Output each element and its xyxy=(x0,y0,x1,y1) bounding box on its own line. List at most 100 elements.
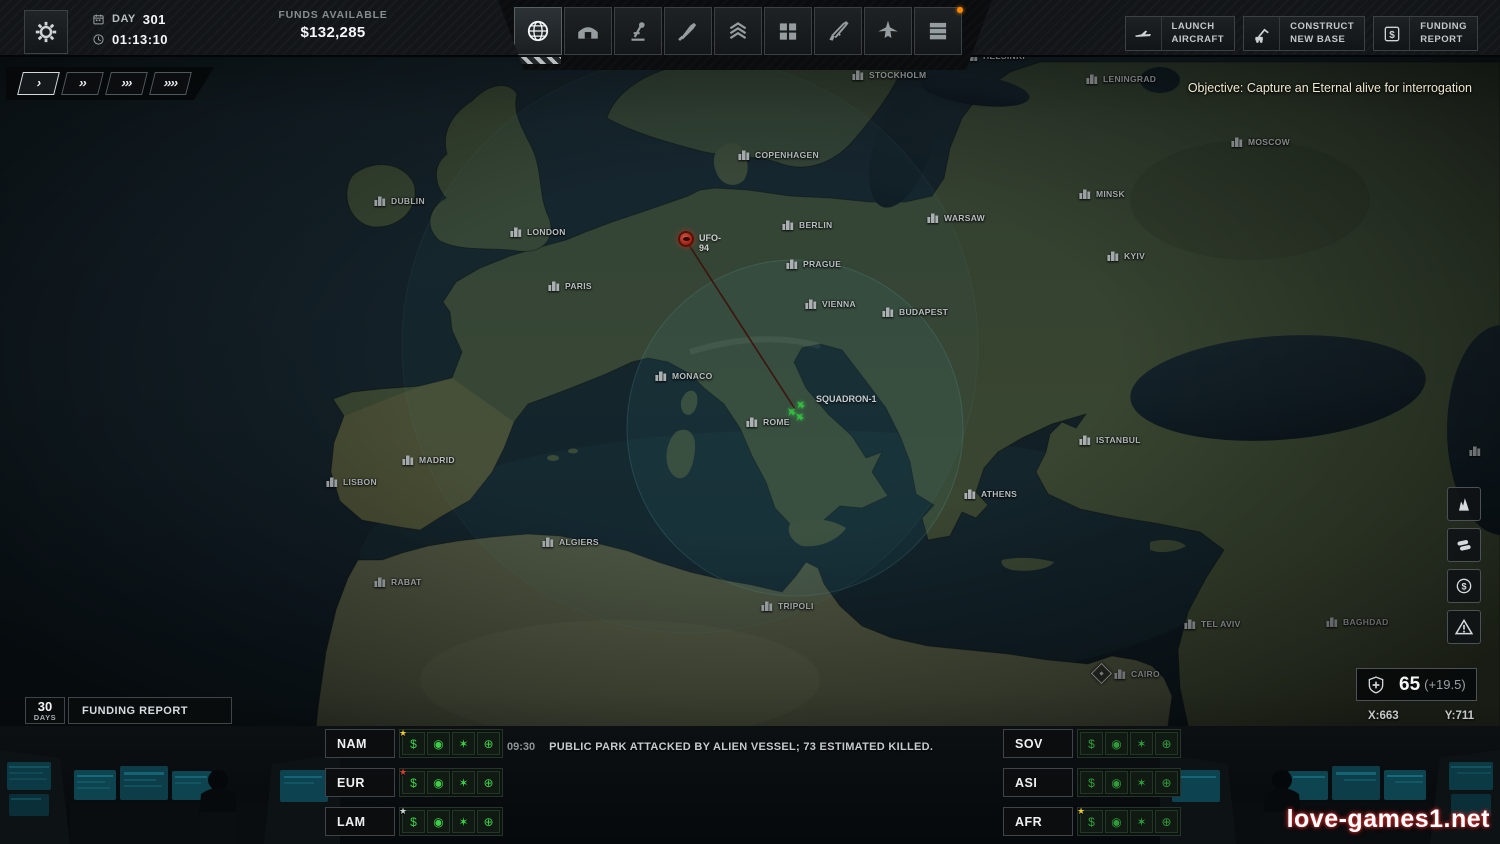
region-code: NAM xyxy=(325,729,395,758)
region-asi-funding-icon: $ xyxy=(1080,771,1103,794)
speed-4-button[interactable]: ›››› xyxy=(149,72,192,95)
speed-3-button[interactable]: ››› xyxy=(105,72,148,95)
region-afr-funding-icon: $ ★ xyxy=(1077,806,1103,833)
ufo-label: UFO-94 xyxy=(699,233,721,253)
coord-x: X:663 xyxy=(1368,710,1399,722)
launch-aircraft-label: LAUNCH AIRCRAFT xyxy=(1171,20,1225,45)
funding-report-label: FUNDING REPORT xyxy=(1420,20,1467,45)
nav-personnel-button[interactable] xyxy=(914,7,962,55)
aircraft-icon xyxy=(875,18,901,44)
region-afr-intel-icon: ◉ xyxy=(1105,810,1128,833)
region-asi-panic-icon: ✶ xyxy=(1130,771,1153,794)
region-eur-relations-icon: ⊕ xyxy=(477,771,500,794)
finance-button[interactable] xyxy=(1447,569,1481,603)
region-afr-relations-icon: ⊕ xyxy=(1155,810,1178,833)
speed-1-button[interactable]: › xyxy=(17,72,60,95)
warnings-button[interactable] xyxy=(1447,610,1481,644)
artifacts-button[interactable] xyxy=(1447,487,1481,521)
funding-report-button[interactable]: FUNDING REPORT xyxy=(1373,16,1478,51)
region-lam-panic-icon: ✶ xyxy=(452,810,475,833)
region-code: ASI xyxy=(1003,768,1073,797)
day-value: 301 xyxy=(142,11,166,27)
days-value: 30 xyxy=(37,698,53,714)
nav-base-button[interactable] xyxy=(564,7,612,55)
region-sov-funding-icon: $ xyxy=(1080,732,1103,755)
region-status-cells: $ ◉ ✶ ⊕ xyxy=(1077,768,1181,797)
funding-report-label: FUNDING REPORT xyxy=(82,704,188,717)
region-row-afr[interactable]: AFR $ ★ ◉ ✶ ⊕ xyxy=(1003,806,1181,836)
nav-armory-button[interactable] xyxy=(814,7,862,55)
time-speed-controls: › ›› ››› ›››› xyxy=(6,67,214,100)
nav-engineering-button[interactable] xyxy=(664,7,712,55)
launch-aircraft-button[interactable]: LAUNCH AIRCRAFT xyxy=(1124,16,1236,51)
region-badge-star: ★ xyxy=(399,728,408,738)
finance-icon xyxy=(1454,576,1474,596)
region-panel-left: NAM $ ★ ◉ ✶ ⊕ EUR $ ★ ◉ ✶ ⊕ LAM $ ★ ◉ ✶ ⊕ xyxy=(325,728,503,844)
region-eur-panic-icon: ✶ xyxy=(452,771,475,794)
clock-icon xyxy=(92,33,105,46)
construct-new-base-button[interactable]: CONSTRUCT NEW BASE xyxy=(1243,16,1366,51)
region-eur-intel-icon: ◉ xyxy=(427,771,450,794)
artifacts-icon xyxy=(1454,494,1474,514)
nav-storage-button[interactable] xyxy=(764,7,812,55)
objective-text: Objective: Capture an Eternal alive for … xyxy=(1187,81,1472,95)
materials-button[interactable] xyxy=(1447,528,1481,562)
region-badge-star: ★ xyxy=(399,767,408,777)
region-status-cells: $ ★ ◉ ✶ ⊕ xyxy=(399,728,503,758)
nav-research-button[interactable] xyxy=(614,7,662,55)
geoscape-icon xyxy=(525,18,551,44)
region-nam-intel-icon: ◉ xyxy=(427,732,450,755)
ticker-text: PUBLIC PARK ATTACKED BY ALIEN VESSEL; 73… xyxy=(549,741,934,753)
nav-soldiers-button[interactable] xyxy=(714,7,762,55)
armory-icon xyxy=(825,18,851,44)
region-badge-star: ★ xyxy=(399,806,408,816)
region-row-eur[interactable]: EUR $ ★ ◉ ✶ ⊕ xyxy=(325,767,503,797)
ufo-marker[interactable]: UFO-94 xyxy=(677,230,721,253)
side-toolbar xyxy=(1447,487,1481,644)
main-nav xyxy=(514,7,962,55)
nav-geoscape-button[interactable] xyxy=(514,7,562,55)
region-badge-star: ★ xyxy=(1077,806,1086,816)
materials-icon xyxy=(1454,535,1474,555)
settings-button[interactable] xyxy=(24,10,68,54)
time-value: 01:13:10 xyxy=(112,31,169,47)
region-row-nam[interactable]: NAM $ ★ ◉ ✶ ⊕ xyxy=(325,728,503,758)
funding-days-countdown: 30 DAYS xyxy=(25,697,65,724)
crane-icon xyxy=(1244,17,1281,50)
region-asi-intel-icon: ◉ xyxy=(1105,771,1128,794)
research-icon xyxy=(625,18,651,44)
squadron-label: SQUADRON-1 xyxy=(816,394,877,404)
ticker-time: 09:30 xyxy=(507,741,536,753)
topbar-actions: LAUNCH AIRCRAFT CONSTRUCT NEW BASE FUNDING RE… xyxy=(1124,16,1478,51)
squadron-marker[interactable]: SQUADRON-1 xyxy=(784,394,877,431)
squadron-jets-icon xyxy=(784,397,808,424)
notification-dot xyxy=(957,7,963,13)
score-badge-icon xyxy=(1366,675,1386,695)
region-code: SOV xyxy=(1003,729,1073,758)
score-panel[interactable]: 65 (+19.5) xyxy=(1356,668,1477,701)
news-ticker: 09:30 PUBLIC PARK ATTACKED BY ALIEN VESS… xyxy=(507,737,933,757)
region-eur-funding-icon: $ ★ xyxy=(399,767,425,794)
geoscape-screen: STOCKHOLMHELSINKILENINGRADMOSCOWMINSKKYI… xyxy=(0,0,1500,844)
region-asi-relations-icon: ⊕ xyxy=(1155,771,1178,794)
nav-tab xyxy=(498,0,992,70)
ufo-glyph xyxy=(682,237,690,241)
funding-report-bar[interactable]: FUNDING REPORT xyxy=(68,697,232,724)
region-sov-panic-icon: ✶ xyxy=(1130,732,1153,755)
nav-aircraft-button[interactable] xyxy=(864,7,912,55)
speed-2-button[interactable]: ›› xyxy=(61,72,104,95)
site-watermark: love-games1.net xyxy=(1286,805,1490,833)
region-nam-funding-icon: $ ★ xyxy=(399,728,425,755)
region-nam-panic-icon: ✶ xyxy=(452,732,475,755)
jet-side-icon xyxy=(1126,17,1162,50)
region-row-asi[interactable]: ASI $ ◉ ✶ ⊕ xyxy=(1003,768,1181,797)
region-sov-relations-icon: ⊕ xyxy=(1155,732,1178,755)
day-label: DAY xyxy=(112,13,136,25)
funds-display: FUNDS AVAILABLE $132,285 xyxy=(248,9,418,41)
region-row-sov[interactable]: SOV $ ◉ ✶ ⊕ xyxy=(1003,729,1181,758)
region-row-lam[interactable]: LAM $ ★ ◉ ✶ ⊕ xyxy=(325,806,503,836)
region-status-cells: $ ★ ◉ ✶ ⊕ xyxy=(399,767,503,797)
base-icon xyxy=(575,18,601,44)
region-sov-intel-icon: ◉ xyxy=(1105,732,1128,755)
region-status-cells: $ ◉ ✶ ⊕ xyxy=(1077,729,1181,758)
